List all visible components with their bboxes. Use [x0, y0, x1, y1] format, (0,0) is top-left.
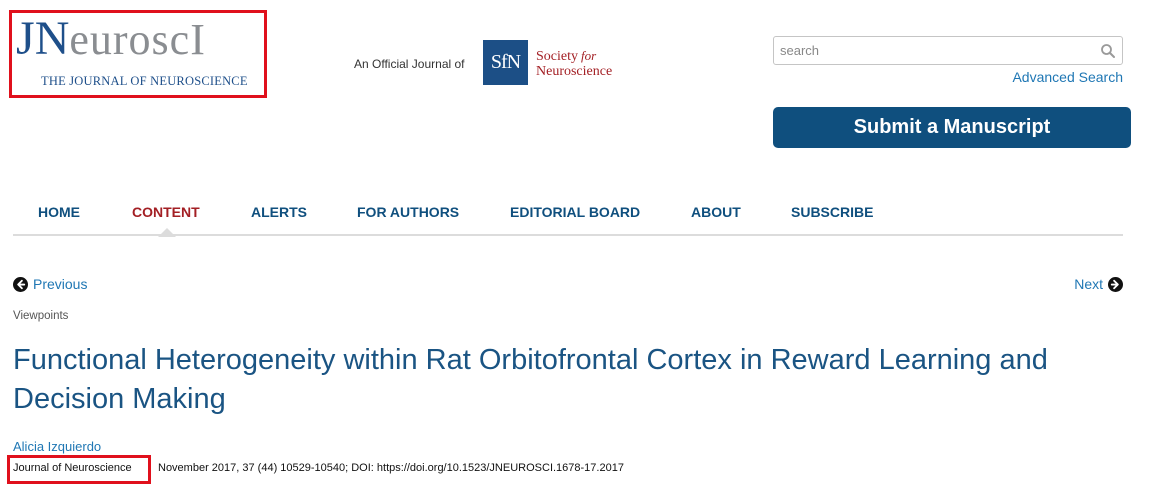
- main-nav: HOME CONTENT ALERTS FOR AUTHORS EDITORIA…: [13, 204, 1123, 237]
- article-title: Functional Heterogeneity within Rat Orbi…: [13, 344, 1048, 415]
- logo-letter-n: N: [34, 12, 70, 65]
- logo-subtitle: THE JOURNAL OF NEUROSCIENCE: [41, 74, 248, 88]
- nav-item-home[interactable]: HOME: [38, 204, 80, 220]
- logo-text-rest: euroscI: [69, 15, 206, 64]
- nav-item-subscribe[interactable]: SUBSCRIBE: [791, 204, 873, 220]
- nav-item-content[interactable]: CONTENT: [132, 204, 200, 220]
- sfn-society-text: Society: [536, 49, 578, 64]
- search-icon[interactable]: [1100, 43, 1116, 59]
- nav-item-about[interactable]: ABOUT: [691, 204, 741, 220]
- logo-letter-j: J: [16, 12, 35, 65]
- journal-logo[interactable]: JNeuroscI: [16, 15, 206, 63]
- nav-item-for-authors[interactable]: FOR AUTHORS: [357, 204, 459, 220]
- advanced-search-link[interactable]: Advanced Search: [1012, 69, 1123, 85]
- active-nav-indicator: [158, 228, 176, 237]
- nav-item-alerts[interactable]: ALERTS: [251, 204, 307, 220]
- arrow-right-circle-icon: [1108, 276, 1123, 292]
- next-article-link[interactable]: Next: [1074, 276, 1123, 292]
- article-citation: November 2017, 37 (44) 10529-10540; DOI:…: [158, 462, 624, 474]
- sfn-logo-mark[interactable]: SfN: [483, 40, 528, 85]
- sfn-neuroscience-text: Neuroscience: [536, 64, 613, 79]
- submit-manuscript-button[interactable]: Submit a Manuscript: [773, 107, 1131, 148]
- author-link[interactable]: Alicia Izquierdo: [13, 439, 101, 454]
- next-label: Next: [1074, 276, 1103, 292]
- nav-item-editorial-board[interactable]: EDITORIAL BOARD: [510, 204, 640, 220]
- previous-article-link[interactable]: Previous: [13, 276, 87, 292]
- official-journal-text: An Official Journal of: [354, 57, 465, 71]
- article-section-label: Viewpoints: [13, 310, 69, 322]
- arrow-left-circle-icon: [13, 276, 28, 292]
- search-input[interactable]: [774, 37, 1094, 64]
- search-box: [773, 36, 1123, 65]
- journal-name: Journal of Neuroscience: [13, 462, 132, 474]
- journal-logo-highlight[interactable]: JNeuroscI THE JOURNAL OF NEUROSCIENCE: [9, 10, 267, 98]
- previous-label: Previous: [33, 276, 88, 292]
- sfn-logo-text[interactable]: Society for Neuroscience: [536, 48, 612, 79]
- sfn-for-text: for: [581, 48, 597, 63]
